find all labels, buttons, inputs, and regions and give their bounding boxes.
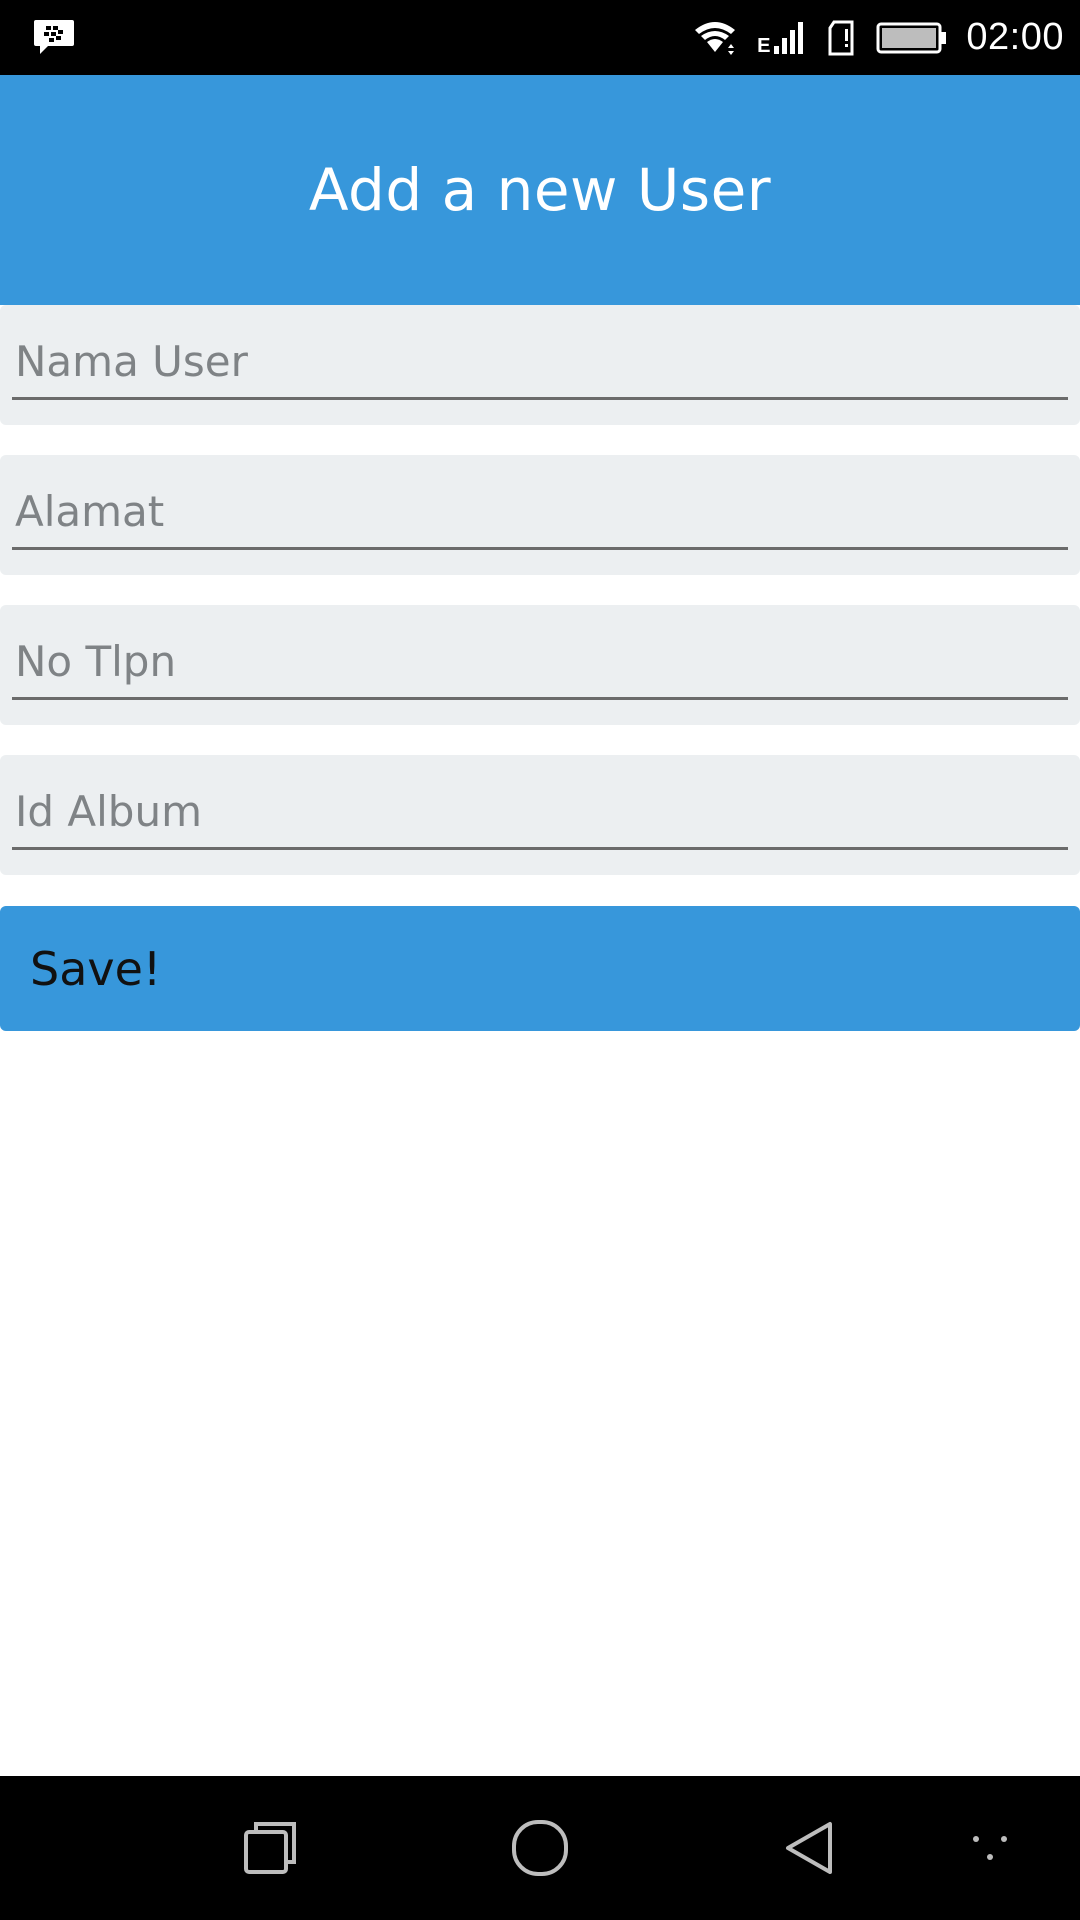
network-type-label: E xyxy=(757,34,771,57)
nama-user-field-card xyxy=(0,305,1080,425)
alamat-field-card xyxy=(0,455,1080,575)
save-button[interactable]: Save! xyxy=(0,906,1080,1031)
alamat-input[interactable] xyxy=(12,475,1068,550)
clock-time: 02:00 xyxy=(966,16,1064,58)
back-icon xyxy=(782,1818,838,1878)
battery-icon xyxy=(876,21,948,55)
status-bar: E 02:00 xyxy=(0,0,1080,75)
menu-dots-icon xyxy=(968,1833,1012,1863)
signal-icon: E xyxy=(757,20,808,57)
page-title: Add a new User xyxy=(308,156,772,224)
back-button[interactable] xyxy=(760,1776,860,1920)
nama-user-input[interactable] xyxy=(12,325,1068,400)
recent-apps-button[interactable] xyxy=(220,1776,320,1920)
id-album-field-card xyxy=(0,755,1080,875)
navigation-bar xyxy=(0,1776,1080,1920)
no-tlpn-field-card xyxy=(0,605,1080,725)
app-header: Add a new User xyxy=(0,75,1080,305)
menu-button[interactable] xyxy=(950,1776,1030,1920)
home-icon xyxy=(510,1818,570,1878)
no-tlpn-input[interactable] xyxy=(12,625,1068,700)
bbm-icon xyxy=(32,18,76,58)
sim-icon xyxy=(826,19,858,57)
id-album-input[interactable] xyxy=(12,775,1068,850)
home-button[interactable] xyxy=(490,1776,590,1920)
wifi-icon xyxy=(693,18,739,58)
recent-apps-icon xyxy=(242,1820,298,1876)
